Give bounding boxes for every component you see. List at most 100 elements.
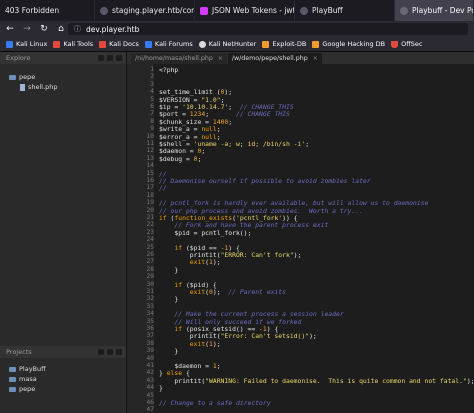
browser-tab-strip: 403 Forbidden staging.player.htb/contact… [0, 0, 474, 21]
folder-icon [9, 386, 16, 392]
project-item-playbuff[interactable]: PlayBuff [0, 364, 126, 374]
bookmark-kali-tools[interactable]: Kali Tools [53, 40, 93, 48]
line-number: 25 [146, 243, 154, 251]
line-number: 33 [146, 302, 154, 310]
tab-label: PlayBuff [312, 6, 343, 15]
line-number: 5 [150, 95, 154, 103]
project-item-pepe[interactable]: pepe [0, 384, 126, 394]
panel-button-icon[interactable] [107, 55, 113, 61]
home-icon[interactable]: ⌂ [54, 22, 68, 36]
bookmark-kali-nethunter[interactable]: Kali NetHunter [198, 40, 257, 48]
line-number: 2 [150, 73, 154, 81]
tab-jwt-io[interactable]: JSON Web Tokens - jwt.io [195, 0, 295, 21]
bookmark-kali-forums[interactable]: Kali Forums [144, 40, 193, 48]
line-number: 26 [146, 251, 154, 258]
reload-icon[interactable]: ↻ [37, 22, 51, 36]
tab-staging-contact[interactable]: staging.player.htb/contact.p [95, 0, 195, 21]
line-number: 20 [146, 206, 154, 214]
bookmark-google-hacking-db[interactable]: Google Hacking DB [312, 40, 385, 48]
kali-forums-icon [144, 40, 152, 48]
line-number-gutter: 1 2 3 4 5 6 7 8 9 10 11 12 13 14 15 16 17 18 19 20 21 22 23 24 2… [127, 64, 154, 413]
code-line: } [159, 295, 179, 304]
tab-403-forbidden[interactable]: 403 Forbidden [0, 0, 95, 21]
file-tree: pepe shell.php [0, 64, 126, 92]
line-number: 7 [150, 110, 154, 118]
line-number: 29 [146, 273, 154, 281]
line-number: 6 [150, 103, 154, 110]
tree-folder-pepe[interactable]: pepe [0, 72, 126, 82]
page-icon [400, 6, 408, 15]
tab-label: 403 Forbidden [5, 6, 60, 15]
bookmarks-toolbar: Kali Linux Kali Tools Kali Docs Kali For… [0, 37, 474, 52]
line-number: 42 [146, 369, 154, 377]
code-line: <?php [159, 66, 179, 74]
panel-button-icon[interactable] [116, 55, 122, 61]
projects-panel: Projects PlayBuff masa pepe [0, 346, 126, 413]
line-number: 14 [146, 162, 154, 170]
tree-label: shell.php [28, 83, 58, 91]
editor-tab-label: /ni/home/masa/shell.php [135, 55, 213, 62]
line-number: 45 [146, 391, 154, 399]
line-number: 36 [146, 325, 154, 332]
panel-button-icon[interactable] [98, 349, 104, 355]
line-number: 47 [146, 406, 154, 413]
tree-file-shell[interactable]: shell.php [0, 82, 126, 92]
panel-button-icon[interactable] [107, 349, 113, 355]
editor-tab-pepe-shell[interactable]: /w/demo/pepe/shell.php × [227, 53, 322, 64]
bookmark-offsec[interactable]: OffSec [391, 40, 422, 48]
back-icon[interactable]: ← [3, 22, 17, 36]
bookmark-exploit-db[interactable]: Exploit-DB [262, 40, 306, 48]
line-number: 40 [146, 354, 154, 362]
line-number: 44 [146, 384, 154, 392]
code-line: $debug = 0; [159, 154, 202, 163]
exploit-db-icon [262, 40, 270, 48]
forward-icon[interactable]: → [20, 22, 34, 36]
line-number: 15 [146, 169, 154, 177]
url-text: dev.player.htb [86, 24, 140, 34]
line-number: 12 [146, 147, 154, 155]
line-number: 41 [146, 362, 154, 369]
bookmark-kali-docs[interactable]: Kali Docs [99, 40, 139, 48]
line-number: 4 [150, 88, 154, 96]
explore-title: Explore [6, 54, 31, 62]
navigation-bar: ← → ↻ ⌂ ⓘ dev.player.htb [0, 21, 474, 37]
tab-playbuff-dev-portal[interactable]: Playbuff - Dev Porta [395, 0, 474, 21]
line-number: 3 [150, 80, 154, 88]
site-info-icon[interactable]: ⓘ [74, 24, 81, 34]
line-number: 38 [146, 339, 154, 347]
close-icon[interactable]: × [313, 55, 318, 62]
address-bar[interactable]: ⓘ dev.player.htb [68, 23, 468, 35]
line-number: 30 [146, 280, 154, 288]
line-number: 19 [146, 199, 154, 207]
kali-docs-icon [99, 40, 107, 48]
project-item-masa[interactable]: masa [0, 374, 126, 384]
projects-panel-header: Projects [0, 346, 126, 358]
line-number: 11 [146, 140, 154, 147]
close-icon[interactable]: × [218, 55, 223, 62]
file-icon [20, 83, 25, 91]
line-number: 9 [150, 125, 154, 133]
line-number: 23 [146, 228, 154, 236]
line-number: 24 [146, 236, 154, 244]
page-icon [300, 6, 308, 15]
line-number: 43 [146, 376, 154, 384]
line-number: 22 [146, 221, 154, 229]
ghdb-icon [312, 40, 320, 48]
bookmark-label: Kali Forums [154, 40, 193, 48]
bookmark-kali-linux[interactable]: Kali Linux [6, 40, 47, 48]
line-number: 39 [146, 347, 154, 355]
panel-button-icon[interactable] [98, 55, 104, 61]
editor-tab-masa-shell[interactable]: /ni/home/masa/shell.php × [131, 53, 227, 64]
code-editor: /ni/home/masa/shell.php × /w/demo/pepe/sh… [127, 52, 474, 413]
tab-label: Playbuff - Dev Porta [412, 6, 473, 15]
line-number: 1 [150, 66, 154, 73]
code-line: } [159, 384, 163, 393]
code-line: // [159, 184, 167, 193]
project-list: PlayBuff masa pepe [0, 358, 126, 394]
project-label: PlayBuff [19, 365, 46, 373]
bookmark-label: Kali NetHunter [208, 40, 257, 48]
panel-button-icon[interactable] [116, 349, 122, 355]
tab-playbuff[interactable]: PlayBuff [295, 0, 395, 21]
line-number: 34 [146, 310, 154, 318]
jwt-icon [200, 6, 208, 15]
